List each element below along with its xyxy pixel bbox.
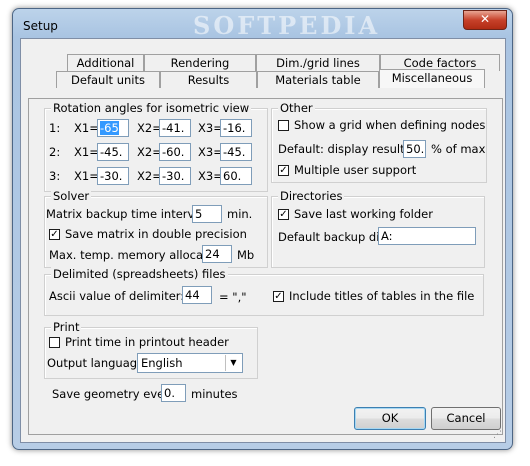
- x1-label: X1=: [74, 145, 99, 159]
- ascii-delimiter-char: = ",": [219, 290, 247, 304]
- x2-input-row3[interactable]: -30.: [159, 167, 191, 185]
- softpedia-watermark: SOFTPEDIA: [193, 11, 381, 40]
- other-group-title: Other: [278, 101, 315, 115]
- show-grid-checkbox[interactable]: [278, 120, 289, 131]
- tab-materials-table[interactable]: Materials table: [257, 71, 379, 88]
- directories-group: Directories ✓ Save last working folder D…: [271, 189, 485, 268]
- tab-additional[interactable]: Additional: [67, 54, 144, 71]
- rotation-angles-group: Rotation angles for isometric view 1: X1…: [44, 101, 268, 192]
- tab-rendering[interactable]: Rendering: [144, 54, 256, 71]
- backup-interval-unit: min.: [227, 207, 253, 221]
- multi-user-checkbox[interactable]: ✓: [278, 165, 289, 176]
- double-precision-checkbox[interactable]: ✓: [49, 229, 60, 240]
- rotation-row-label: 2:: [49, 145, 61, 159]
- save-geometry-label: Save geometry every: [52, 387, 176, 401]
- cancel-button[interactable]: Cancel: [431, 407, 501, 430]
- x2-input-row1[interactable]: -41.: [159, 119, 191, 137]
- rotation-row-label: 1:: [49, 121, 61, 135]
- ascii-delimiter-label: Ascii value of delimiter:: [49, 289, 185, 303]
- tab-default-units[interactable]: Default units: [56, 71, 160, 88]
- setup-window: Setup SOFTPEDIA ✕ Additional Rendering D…: [12, 8, 513, 450]
- ok-button[interactable]: OK: [354, 407, 426, 430]
- delimited-group-title: Delimited (spreadsheets) files: [51, 267, 228, 281]
- window-title: Setup: [23, 19, 58, 33]
- chevron-down-icon[interactable]: ▼: [225, 355, 241, 371]
- print-group-title: Print: [51, 320, 82, 334]
- rotation-group-title: Rotation angles for isometric view: [51, 101, 252, 115]
- tab-panel: Rotation angles for isometric view 1: X1…: [28, 98, 503, 435]
- x3-input-row2[interactable]: -45.: [220, 143, 252, 161]
- include-titles-checkbox[interactable]: ✓: [273, 291, 284, 302]
- x3-input-row3[interactable]: 60.: [220, 167, 252, 185]
- include-titles-label: Include titles of tables in the file: [289, 289, 475, 303]
- solver-group: Solver Matrix backup time interval = 5 m…: [44, 189, 268, 268]
- output-language-select[interactable]: English ▼: [137, 353, 243, 373]
- ascii-delimiter-input[interactable]: 44: [182, 286, 212, 304]
- tab-miscellaneous[interactable]: Miscellaneous: [379, 69, 485, 88]
- x2-input-row2[interactable]: -60.: [159, 143, 191, 161]
- multi-user-label: Multiple user support: [294, 163, 417, 177]
- directories-group-title: Directories: [278, 189, 345, 203]
- delimited-files-group: Delimited (spreadsheets) files Ascii val…: [44, 267, 484, 316]
- dialog-client: Additional Rendering Dim./grid lines Cod…: [20, 38, 506, 443]
- save-geometry-unit: minutes: [191, 387, 238, 401]
- print-time-label: Print time in printout header: [65, 335, 229, 349]
- x3-input-row1[interactable]: -16.: [220, 119, 252, 137]
- other-group: Other Show a grid when defining nodes De…: [271, 101, 487, 183]
- output-language-label: Output language:: [47, 356, 149, 370]
- double-precision-label: Save matrix in double precision: [65, 227, 247, 241]
- rotation-row-label: 3:: [49, 169, 61, 183]
- print-time-checkbox[interactable]: [49, 337, 60, 348]
- resize-grip-icon[interactable]: ⋰: [493, 430, 502, 440]
- display-results-input[interactable]: 50.: [403, 140, 426, 158]
- save-geometry-input[interactable]: 0.: [161, 384, 186, 402]
- memory-input[interactable]: 24: [202, 245, 232, 263]
- output-language-value: English: [141, 356, 183, 370]
- x1-label: X1=: [74, 169, 99, 183]
- save-last-folder-checkbox[interactable]: ✓: [278, 209, 289, 220]
- x1-label: X1=: [74, 121, 99, 135]
- memory-label: Max. temp. memory allocated:: [49, 248, 226, 262]
- backup-dir-label: Default backup dir.:: [278, 230, 391, 244]
- x1-input-row2[interactable]: -45.: [97, 143, 129, 161]
- backup-interval-input[interactable]: 5: [192, 205, 222, 223]
- memory-unit: Mb: [237, 248, 255, 262]
- display-results-unit: % of max: [431, 142, 486, 156]
- x1-input-row1[interactable]: -65: [97, 119, 129, 137]
- show-grid-label: Show a grid when defining nodes: [294, 118, 486, 132]
- tab-results[interactable]: Results: [160, 71, 257, 88]
- print-group: Print Print time in printout header Outp…: [44, 320, 258, 379]
- save-last-folder-label: Save last working folder: [294, 207, 433, 221]
- display-results-label: Default: display results >: [278, 142, 424, 156]
- x1-input-row3[interactable]: -30.: [97, 167, 129, 185]
- backup-dir-input[interactable]: A:: [378, 227, 476, 245]
- close-button[interactable]: ✕: [463, 10, 507, 30]
- tab-dim-grid-lines[interactable]: Dim./grid lines: [256, 54, 380, 71]
- solver-group-title: Solver: [51, 189, 92, 203]
